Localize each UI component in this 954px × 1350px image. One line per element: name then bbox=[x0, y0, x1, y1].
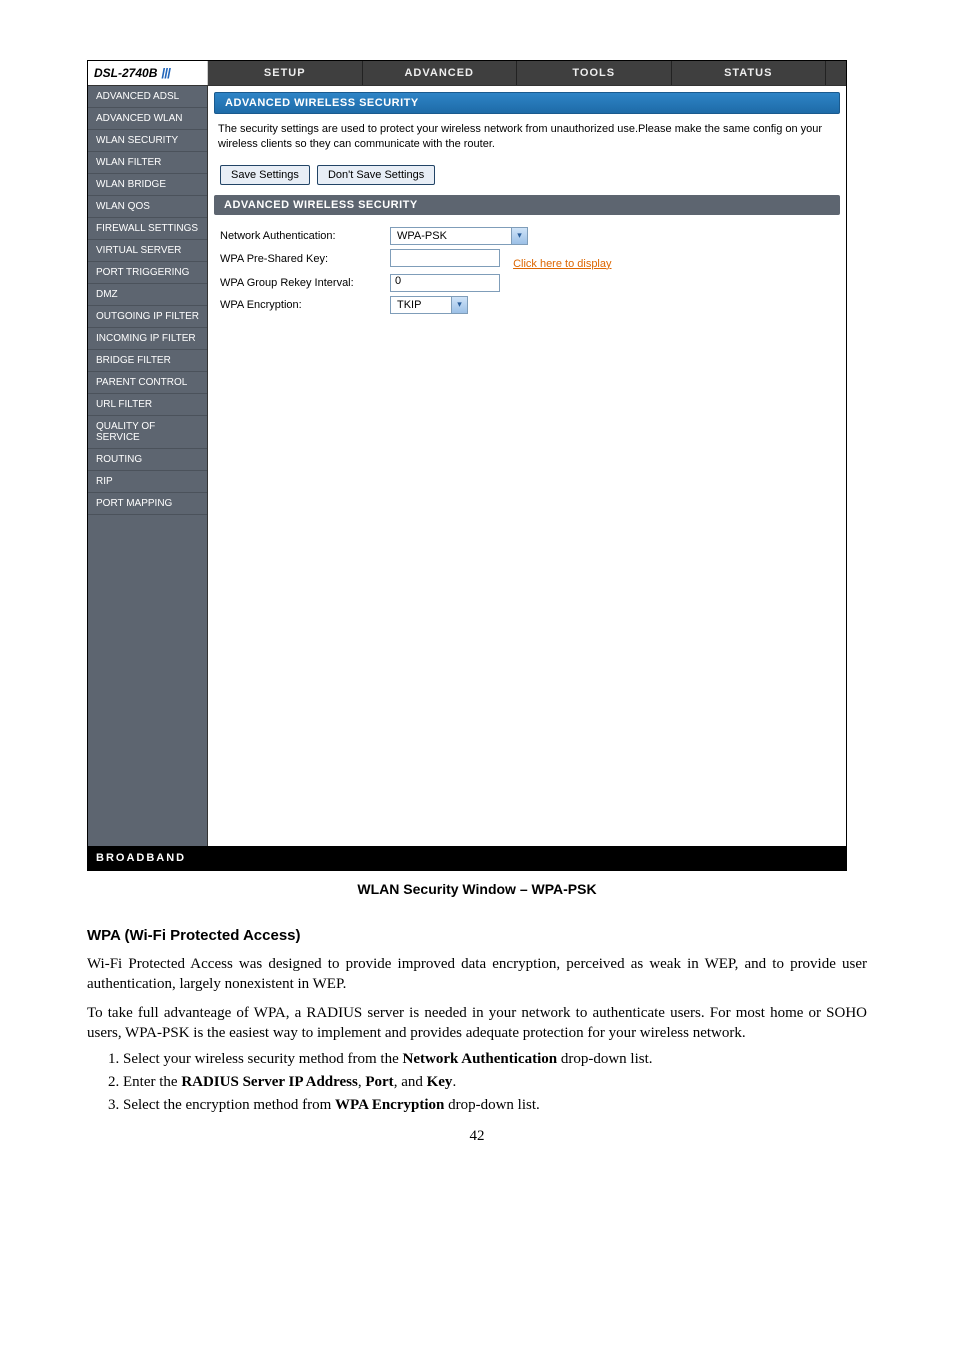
sidebar-item-rip[interactable]: RIP bbox=[88, 471, 207, 493]
page-number: 42 bbox=[87, 1128, 867, 1145]
sidebar-item-firewall-settings[interactable]: FIREWALL SETTINGS bbox=[88, 218, 207, 240]
sidebar-spacer bbox=[88, 515, 207, 846]
panel-description: The security settings are used to protec… bbox=[214, 114, 840, 161]
row-wpa-preshared-key: WPA Pre-Shared Key: Click here to displa… bbox=[220, 249, 834, 270]
button-row: Save Settings Don't Save Settings bbox=[220, 165, 840, 185]
main-panel: ADVANCED WIRELESS SECURITY The security … bbox=[208, 86, 846, 846]
document-body: WPA (Wi-Fi Protected Access) Wi-Fi Prote… bbox=[87, 927, 867, 1114]
sidebar-item-incoming-ip-filter[interactable]: INCOMING IP FILTER bbox=[88, 328, 207, 350]
sidebar: ADVANCED ADSL ADVANCED WLAN WLAN SECURIT… bbox=[88, 86, 208, 846]
dont-save-settings-button[interactable]: Don't Save Settings bbox=[317, 165, 435, 185]
device-logo: DSL-2740B /// bbox=[88, 61, 208, 85]
tab-status[interactable]: STATUS bbox=[672, 61, 827, 85]
steps-list: Select your wireless security method fro… bbox=[123, 1051, 867, 1114]
step-2-text-a: Enter the bbox=[123, 1074, 181, 1090]
sidebar-item-parent-control[interactable]: PARENT CONTROL bbox=[88, 372, 207, 394]
body-row: ADVANCED ADSL ADVANCED WLAN WLAN SECURIT… bbox=[88, 86, 846, 846]
label-wpa-group-rekey-interval: WPA Group Rekey Interval: bbox=[220, 277, 390, 289]
sidebar-item-port-mapping[interactable]: PORT MAPPING bbox=[88, 493, 207, 515]
sidebar-item-wlan-qos[interactable]: WLAN QOS bbox=[88, 196, 207, 218]
step-1-text-a: Select your wireless security method fro… bbox=[123, 1051, 403, 1067]
sidebar-item-port-triggering[interactable]: PORT TRIGGERING bbox=[88, 262, 207, 284]
sidebar-item-advanced-adsl[interactable]: ADVANCED ADSL bbox=[88, 86, 207, 108]
chevron-down-icon: ▾ bbox=[451, 297, 467, 313]
sidebar-item-bridge-filter[interactable]: BRIDGE FILTER bbox=[88, 350, 207, 372]
step-1-bold: Network Authentication bbox=[403, 1051, 558, 1067]
device-model: DSL-2740B bbox=[94, 66, 157, 80]
sidebar-item-quality-of-service[interactable]: QUALITY OF SERVICE bbox=[88, 416, 207, 449]
tab-advanced[interactable]: ADVANCED bbox=[363, 61, 518, 85]
sidebar-item-outgoing-ip-filter[interactable]: OUTGOING IP FILTER bbox=[88, 306, 207, 328]
step-3: Select the encryption method from WPA En… bbox=[123, 1097, 867, 1114]
panel-title: ADVANCED WIRELESS SECURITY bbox=[214, 92, 840, 114]
step-2-bold-b: RADIUS Server IP Address bbox=[181, 1074, 358, 1090]
top-nav: SETUP ADVANCED TOOLS STATUS bbox=[208, 61, 846, 85]
sidebar-item-url-filter[interactable]: URL FILTER bbox=[88, 394, 207, 416]
wpa-encryption-select[interactable]: TKIP ▾ bbox=[390, 296, 468, 314]
chevron-down-icon: ▾ bbox=[511, 228, 527, 244]
sidebar-item-wlan-bridge[interactable]: WLAN BRIDGE bbox=[88, 174, 207, 196]
label-wpa-preshared-key: WPA Pre-Shared Key: bbox=[220, 253, 390, 265]
step-2-bold-d: Port bbox=[365, 1074, 393, 1090]
tab-spacer bbox=[826, 61, 846, 85]
wpa-group-rekey-interval-input[interactable]: 0 bbox=[390, 274, 500, 292]
step-2: Enter the RADIUS Server IP Address, Port… bbox=[123, 1074, 867, 1091]
sidebar-item-wlan-filter[interactable]: WLAN FILTER bbox=[88, 152, 207, 174]
paragraph-2: To take full advanteage of WPA, a RADIUS… bbox=[87, 1003, 867, 1044]
row-wpa-group-rekey-interval: WPA Group Rekey Interval: 0 bbox=[220, 274, 834, 292]
row-network-authentication: Network Authentication: WPA-PSK ▾ bbox=[220, 227, 834, 245]
tab-tools[interactable]: TOOLS bbox=[517, 61, 672, 85]
sidebar-item-routing[interactable]: ROUTING bbox=[88, 449, 207, 471]
tab-setup[interactable]: SETUP bbox=[208, 61, 363, 85]
step-3-bold: WPA Encryption bbox=[335, 1097, 444, 1113]
label-network-authentication: Network Authentication: bbox=[220, 230, 390, 242]
sidebar-item-advanced-wlan[interactable]: ADVANCED WLAN bbox=[88, 108, 207, 130]
section-title: ADVANCED WIRELESS SECURITY bbox=[214, 195, 840, 215]
figure-caption: WLAN Security Window – WPA-PSK bbox=[87, 881, 867, 897]
step-2-text-g: . bbox=[452, 1074, 456, 1090]
step-2-text-e: , and bbox=[394, 1074, 427, 1090]
wpa-preshared-key-input[interactable] bbox=[390, 249, 500, 267]
row-wpa-encryption: WPA Encryption: TKIP ▾ bbox=[220, 296, 834, 314]
step-3-text-c: drop-down list. bbox=[444, 1097, 539, 1113]
step-2-bold-f: Key bbox=[427, 1074, 453, 1090]
top-bar: DSL-2740B /// SETUP ADVANCED TOOLS STATU… bbox=[88, 61, 846, 86]
paragraph-1: Wi-Fi Protected Access was designed to p… bbox=[87, 954, 867, 995]
step-1-text-c: drop-down list. bbox=[557, 1051, 652, 1067]
footer-brand: BROADBAND bbox=[88, 846, 846, 870]
network-authentication-value: WPA-PSK bbox=[391, 230, 511, 242]
sidebar-item-wlan-security[interactable]: WLAN SECURITY bbox=[88, 130, 207, 152]
step-3-text-a: Select the encryption method from bbox=[123, 1097, 335, 1113]
step-1: Select your wireless security method fro… bbox=[123, 1051, 867, 1068]
router-admin-ui: DSL-2740B /// SETUP ADVANCED TOOLS STATU… bbox=[87, 60, 847, 871]
network-authentication-select[interactable]: WPA-PSK ▾ bbox=[390, 227, 528, 245]
sidebar-item-dmz[interactable]: DMZ bbox=[88, 284, 207, 306]
section-heading: WPA (Wi-Fi Protected Access) bbox=[87, 927, 867, 944]
click-here-to-display-link[interactable]: Click here to display bbox=[513, 258, 611, 270]
wpa-encryption-value: TKIP bbox=[391, 299, 451, 311]
save-settings-button[interactable]: Save Settings bbox=[220, 165, 310, 185]
form-area: Network Authentication: WPA-PSK ▾ WPA Pr… bbox=[214, 215, 840, 326]
sidebar-item-virtual-server[interactable]: VIRTUAL SERVER bbox=[88, 240, 207, 262]
label-wpa-encryption: WPA Encryption: bbox=[220, 299, 390, 311]
logo-bars-icon: /// bbox=[161, 65, 170, 81]
